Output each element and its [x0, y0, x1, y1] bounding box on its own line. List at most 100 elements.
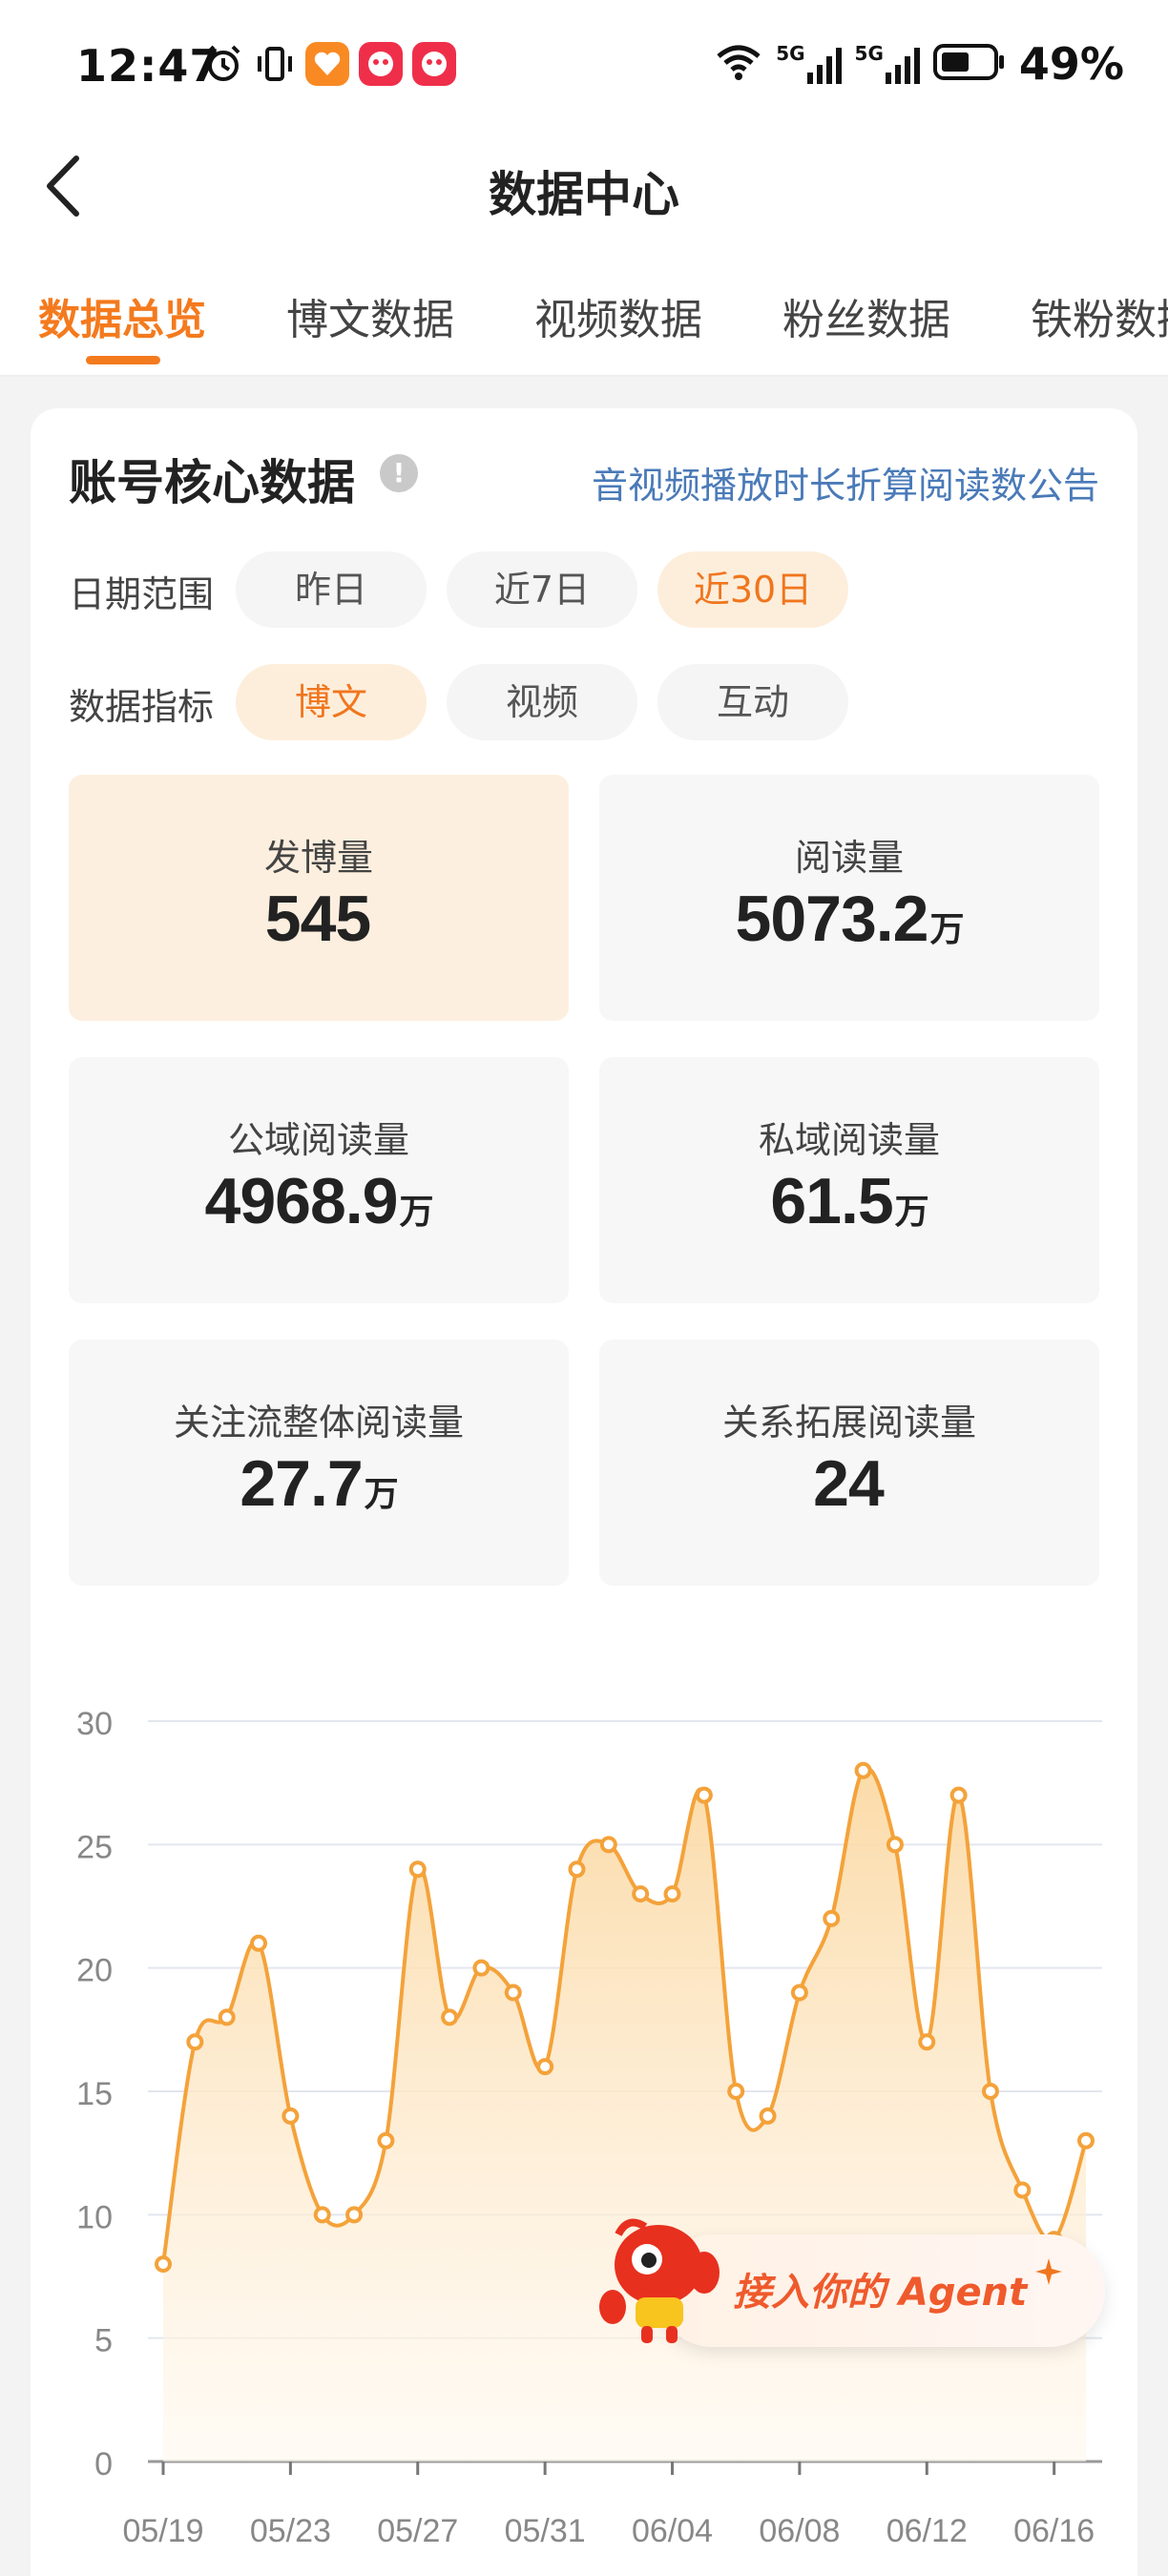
- stat-label: 关注流整体阅读量: [173, 1402, 464, 1444]
- data-point: [886, 1836, 904, 1854]
- data-point: [504, 1984, 522, 2002]
- shopping-app-icon: [359, 42, 403, 86]
- metric-chip-posts[interactable]: 博文: [236, 664, 427, 740]
- date-range-label: 日期范围: [69, 573, 215, 615]
- date-chip-yesterday[interactable]: 昨日: [236, 551, 427, 628]
- stat-label: 发博量: [263, 837, 373, 879]
- data-point: [218, 2008, 236, 2026]
- x-tick-label: 05/31: [505, 2513, 586, 2549]
- stat-label: 阅读量: [794, 837, 904, 879]
- data-point: [790, 1984, 808, 2002]
- metric-chip-video[interactable]: 视频: [447, 664, 637, 740]
- tab-videos[interactable]: 视频数据: [534, 285, 702, 346]
- stat-follow-feed-reads[interactable]: 关注流整体阅读量 27.7万: [69, 1340, 569, 1586]
- y-tick-label: 10: [76, 2199, 113, 2235]
- stat-value: 4968.9万: [204, 1165, 434, 1237]
- data-point: [918, 2033, 936, 2051]
- status-icons-left: [202, 42, 456, 86]
- network-type-2: 5G: [854, 42, 884, 65]
- network-type-1: 5G: [776, 42, 805, 65]
- data-point: [377, 2131, 395, 2150]
- metric-chip-interaction[interactable]: 互动: [657, 664, 848, 740]
- shopping-app-icon-2: [412, 42, 456, 86]
- data-point: [663, 1885, 681, 1903]
- y-tick-label: 15: [76, 2076, 113, 2112]
- alarm-icon: [202, 43, 244, 85]
- data-point: [854, 1761, 872, 1779]
- conversion-notice-link[interactable]: 音视频播放时长折算阅读数公告: [592, 456, 1099, 509]
- stat-public-reads[interactable]: 公域阅读量 4968.9万: [69, 1057, 569, 1303]
- status-bar: 12:47 5G 5G 49%: [0, 0, 1168, 134]
- stat-private-reads[interactable]: 私域阅读量 61.5万: [599, 1057, 1099, 1303]
- health-app-icon: [305, 42, 349, 86]
- data-point: [472, 1959, 490, 1977]
- stat-value: 27.7万: [240, 1447, 398, 1520]
- data-point: [313, 2206, 331, 2224]
- info-icon[interactable]: !: [380, 454, 418, 492]
- y-tick-label: 5: [94, 2323, 113, 2359]
- data-point: [345, 2206, 364, 2224]
- card-title: 账号核心数据: [69, 455, 355, 510]
- data-point: [186, 2033, 204, 2051]
- signal-bars-icon: [885, 48, 920, 84]
- date-chip-7d[interactable]: 近7日: [447, 551, 637, 628]
- battery-level: 49%: [1018, 38, 1124, 90]
- tab-fans[interactable]: 粉丝数据: [782, 285, 950, 346]
- active-tab-indicator: [86, 356, 160, 364]
- y-tick-label: 30: [76, 1706, 113, 1742]
- page-title: 数据中心: [489, 167, 679, 222]
- y-tick-label: 25: [76, 1829, 113, 1865]
- data-point: [155, 2255, 172, 2274]
- x-tick-label: 05/19: [122, 2513, 203, 2549]
- stat-post-count[interactable]: 发博量 545: [69, 775, 569, 1021]
- data-point: [568, 1860, 586, 1879]
- stat-label: 私域阅读量: [758, 1119, 940, 1161]
- x-tick-label: 06/16: [1013, 2513, 1095, 2549]
- stat-relation-reads[interactable]: 关系拓展阅读量 24: [599, 1340, 1099, 1586]
- wifi-icon: [715, 43, 762, 85]
- x-tick-label: 06/04: [632, 2513, 713, 2549]
- signal-bars-icon: [806, 48, 842, 84]
- metric-label: 数据指标: [69, 686, 215, 728]
- data-point: [759, 2107, 777, 2125]
- x-tick-label: 06/12: [886, 2513, 968, 2549]
- y-tick-label: 20: [76, 1953, 113, 1989]
- data-point: [1013, 2181, 1032, 2199]
- data-point: [695, 1786, 713, 1804]
- data-point: [981, 2083, 999, 2100]
- data-point: [441, 2008, 459, 2026]
- mascot-icon: [599, 2218, 720, 2343]
- data-point: [536, 2058, 554, 2076]
- x-tick-label: 05/23: [250, 2513, 331, 2549]
- y-tick-label: 0: [94, 2446, 113, 2483]
- agent-promo-button[interactable]: 接入你的 Agent: [590, 2215, 1105, 2349]
- date-chip-30d[interactable]: 近30日: [657, 551, 848, 628]
- x-tick-label: 05/27: [377, 2513, 458, 2549]
- x-tick-label: 06/08: [759, 2513, 840, 2549]
- stat-reads[interactable]: 阅读量 5073.2万: [599, 775, 1099, 1021]
- data-point: [949, 1786, 968, 1804]
- data-point: [408, 1860, 427, 1879]
- tab-bar: 数据总览 博文数据 视频数据 粉丝数据 铁粉数据: [0, 243, 1168, 377]
- tab-iron-fans[interactable]: 铁粉数据: [1031, 285, 1168, 346]
- status-icons-right: 5G 5G 49%: [715, 38, 1124, 90]
- reads-trend-chart[interactable]: 0 5 10 15 20 25 30 05/19 05/23 05/27 05/31 06/04 06/…: [0, 1668, 1168, 2576]
- stat-label: 关系拓展阅读量: [721, 1402, 976, 1444]
- data-point: [632, 1885, 650, 1903]
- signal-5g-1: 5G: [776, 42, 842, 84]
- stat-value: 5073.2万: [735, 883, 965, 955]
- data-point: [282, 2107, 300, 2125]
- tab-posts[interactable]: 博文数据: [286, 285, 454, 346]
- stat-value: 24: [813, 1447, 885, 1520]
- data-point: [599, 1836, 617, 1854]
- tab-overview[interactable]: 数据总览: [38, 285, 206, 346]
- status-time: 12:47: [76, 40, 221, 92]
- agent-promo-label: 接入你的 Agent: [733, 2271, 1028, 2315]
- stat-value: 61.5万: [770, 1165, 928, 1237]
- stat-value: 545: [264, 883, 371, 955]
- sparkle-icon: [1035, 2258, 1062, 2285]
- data-point: [727, 2083, 745, 2100]
- battery-icon: [932, 43, 1006, 85]
- data-point: [250, 1934, 268, 1952]
- stat-label: 公域阅读量: [227, 1119, 409, 1161]
